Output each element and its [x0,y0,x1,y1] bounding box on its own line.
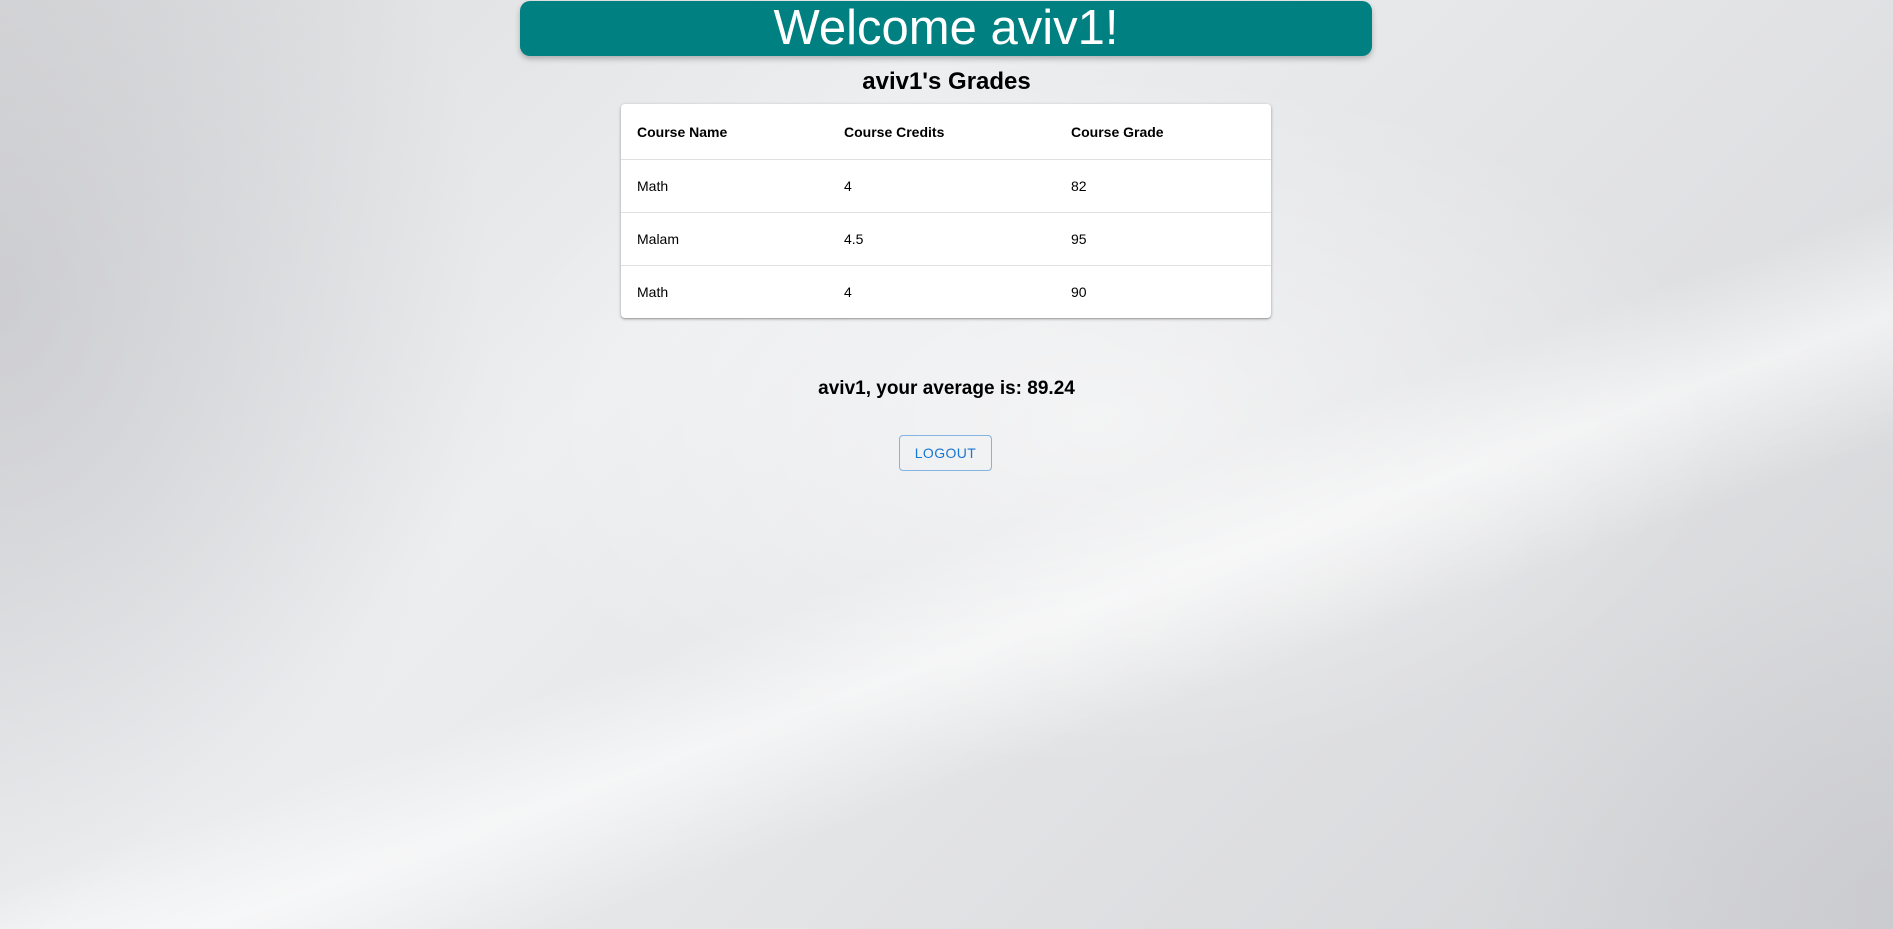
course-grade-cell: 82 [1055,159,1271,213]
grades-title: aviv1's Grades [862,68,1031,95]
grades-table: Course Name Course Credits Course Grade … [621,104,1271,318]
logout-button[interactable]: LOGOUT [899,435,992,471]
course-credits-cell: 4 [828,159,1055,213]
column-header-course-name: Course Name [621,104,828,160]
grades-table-card: Course Name Course Credits Course Grade … [621,104,1271,318]
table-header-row: Course Name Course Credits Course Grade [621,104,1271,160]
course-grade-cell: 95 [1055,212,1271,266]
course-name-cell: Math [621,159,828,213]
column-header-course-credits: Course Credits [828,104,1055,160]
table-row: Math 4 90 [621,266,1271,319]
column-header-course-grade: Course Grade [1055,104,1271,160]
table-row: Malam 4.5 95 [621,212,1271,266]
welcome-title: Welcome aviv1! [773,1,1119,55]
course-name-cell: Math [637,284,669,300]
course-credits-cell: 4 [844,284,852,300]
table-row: Math 4 82 [621,159,1271,213]
course-name-cell: Malam [621,212,828,266]
welcome-header: Welcome aviv1! [520,1,1372,56]
average-text: aviv1, your average is: 89.24 [818,378,1075,399]
course-grade-cell: 90 [1071,284,1087,300]
course-credits-cell: 4.5 [828,212,1055,266]
